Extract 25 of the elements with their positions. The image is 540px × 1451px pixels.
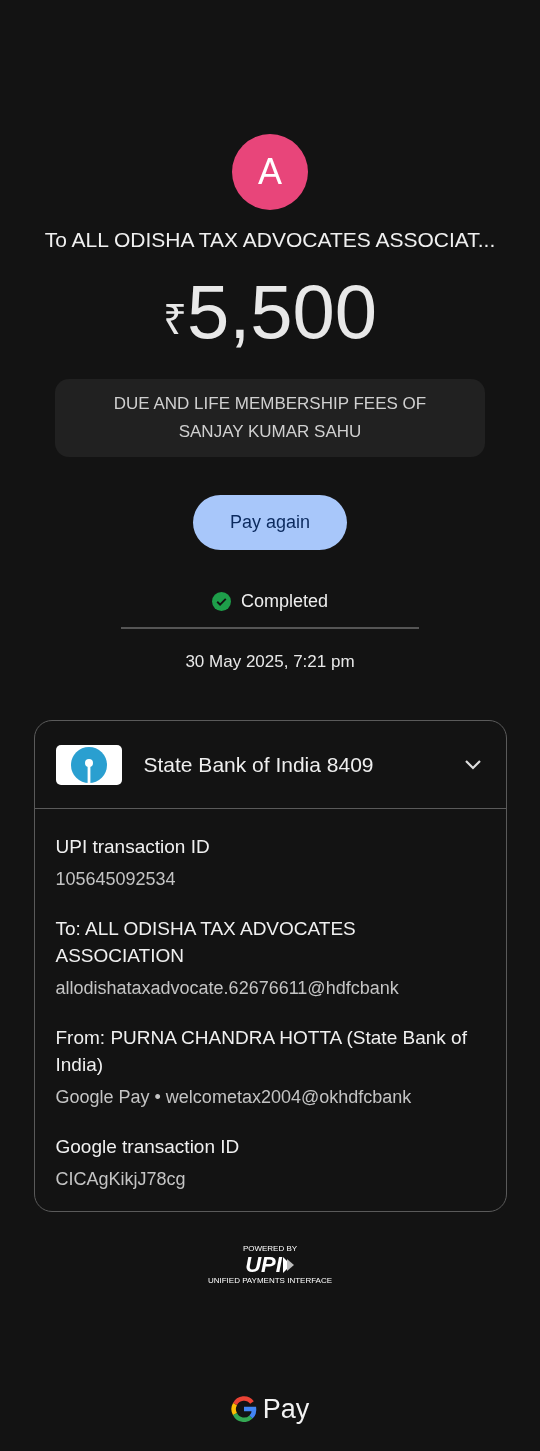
currency-symbol: ₹ (162, 294, 187, 345)
bank-account: State Bank of India 8409 (143, 751, 375, 778)
detail-label: To: ALL ODISHA TAX ADVOCATES ASSOCIATION (55, 917, 357, 968)
detail-value: allodishataxadvocate.62676611@hdfcbank (55, 977, 400, 1000)
detail-value: 105645092534 (55, 868, 177, 891)
detail-label: Google transaction ID (55, 1135, 241, 1159)
avatar: A (232, 134, 308, 210)
upi-logo-text: UPI (245, 1254, 282, 1276)
payment-note: DUE AND LIFE MEMBERSHIP FEES OF SANJAY KUMAR SAHU (55, 378, 485, 457)
arrow-icon (282, 1257, 295, 1273)
status-label: Completed (240, 589, 328, 613)
amount: 5,500 (186, 273, 378, 350)
chevron-icon[interactable] (463, 759, 482, 770)
bank-logo-icon (55, 744, 122, 785)
google-logo-icon (230, 1395, 257, 1422)
upi-caption: POWERED BY (242, 1244, 298, 1254)
detail-value: Google Pay • welcometax2004@okhdfcbank (55, 1086, 413, 1109)
transaction-date: 30 May 2025, 7:21 pm (185, 650, 355, 673)
upi-subcaption: UNIFIED PAYMENTS INTERFACE (207, 1276, 333, 1286)
detail-value: CICAgKikjJ78cg (55, 1168, 187, 1191)
pay-again-button[interactable]: Pay again (193, 494, 347, 550)
payee-name: To ALL ODISHA TAX ADVOCATES ASSOCIAT... (44, 227, 496, 253)
brand-text: Pay (262, 1392, 310, 1426)
detail-label: UPI transaction ID (55, 835, 211, 859)
detail-label: From: PURNA CHANDRA HOTTA (State Bank of India) (55, 1026, 468, 1077)
